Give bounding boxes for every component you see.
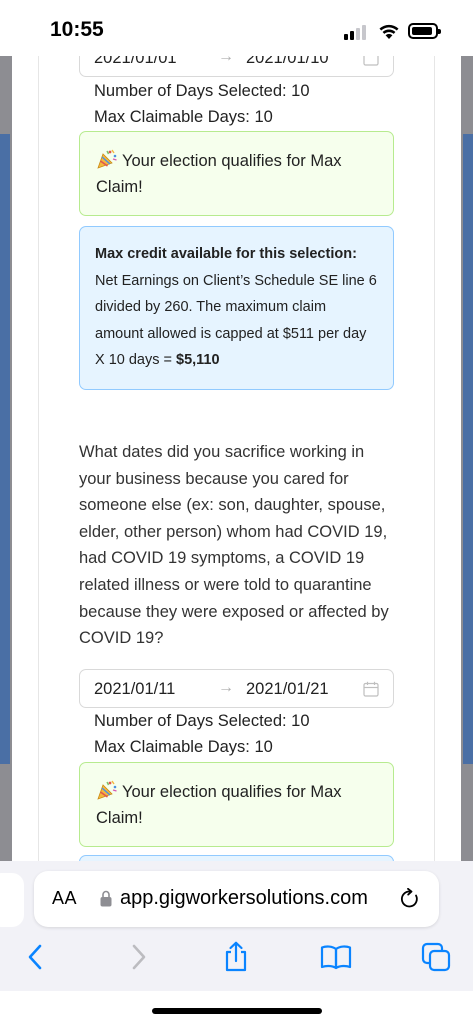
qualifies-text: Your election qualifies for Max Claim! (96, 783, 342, 827)
chevron-left-icon (28, 944, 42, 970)
url-text[interactable]: app.gigworkersolutions.com (120, 887, 368, 910)
qualifies-alert: Your election qualifies for Max Claim! (79, 131, 394, 216)
wifi-icon (379, 24, 399, 39)
date-range-arrow: → (218, 679, 234, 696)
caregiving-dates-question: What dates did you sacrifice working in … (79, 443, 389, 648)
credit-body: Net Earnings on Client’s Schedule SE lin… (95, 268, 378, 374)
date-range-start[interactable]: 2021/01/11 (94, 680, 175, 699)
tabs-button[interactable] (420, 941, 452, 973)
book-icon (320, 945, 352, 970)
previous-tab-preview[interactable] (0, 873, 24, 927)
credit-amount: $5,110 (176, 352, 220, 368)
address-bar[interactable]: AA app.gigworkersolutions.com (34, 871, 439, 927)
share-icon (225, 941, 247, 972)
page-edge-left (0, 134, 10, 764)
reload-icon[interactable] (399, 888, 421, 910)
reader-options-button[interactable]: AA (52, 888, 77, 909)
tabs-icon (421, 942, 451, 972)
date-range-end[interactable]: 2021/01/21 (246, 680, 329, 699)
status-bar: 10:55 (0, 0, 473, 56)
party-popper-icon (97, 780, 117, 800)
max-claimable-text: Max Claimable Days: 10 (94, 108, 273, 126)
chevron-right-icon (132, 944, 146, 970)
calendar-icon[interactable] (363, 681, 379, 697)
cellular-signal-icon (344, 24, 370, 40)
days-selected-text: Number of Days Selected: 10 (94, 712, 310, 730)
bookmarks-button[interactable] (320, 941, 352, 973)
qualifies-alert: Your election qualifies for Max Claim! (79, 762, 394, 847)
forward-button[interactable] (122, 941, 154, 973)
qualifies-text: Your election qualifies for Max Claim! (96, 152, 342, 196)
max-credit-info-box: Max credit available for this selection:… (79, 226, 394, 390)
home-indicator (152, 1008, 322, 1014)
share-button[interactable] (220, 941, 252, 973)
browser-bottom-bar: AA app.gigworkersolutions.com (0, 861, 473, 991)
status-time: 10:55 (50, 18, 104, 41)
days-selected-text: Number of Days Selected: 10 (94, 82, 310, 100)
max-claimable-text: Max Claimable Days: 10 (94, 738, 273, 756)
page-edge-right (463, 134, 473, 764)
browser-toolbar (0, 935, 473, 985)
date-range-picker-2[interactable]: 2021/01/11 → 2021/01/21 (79, 669, 394, 708)
lock-icon (100, 890, 112, 907)
credit-heading: Max credit available for this selection: (95, 246, 357, 262)
battery-icon (408, 23, 441, 39)
party-popper-icon (97, 149, 117, 169)
back-button[interactable] (20, 941, 52, 973)
credit-body-text: Net Earnings on Client’s Schedule SE lin… (95, 272, 377, 369)
